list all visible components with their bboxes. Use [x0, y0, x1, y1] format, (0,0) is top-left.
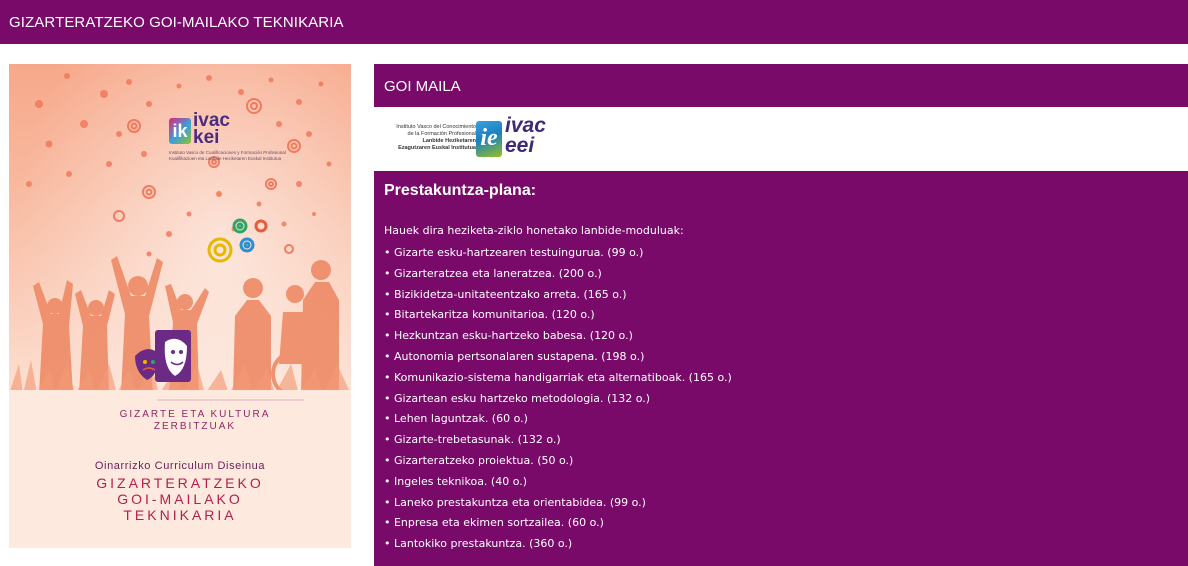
cover-category: GIZARTE ETA KULTURA ZERBITZUAK [9, 409, 351, 433]
module-item: • Gizartean esku hartzeko metodologia. (… [384, 391, 651, 405]
level-header: GOI MAILA [374, 64, 1188, 107]
cover-curriculum-label: Oinarrizko Curriculum Diseinua [94, 460, 266, 472]
wordmark-eei: eei [505, 134, 535, 157]
module-item: • Gizarteratzea eta laneratzea. (200 o.) [384, 266, 602, 280]
page-header: GIZARTERATZEKO GOI-MAILAKO TEKNIKARIA [0, 0, 1188, 44]
logo-wordmark: ivac kei [193, 111, 230, 148]
institute-logo-bar: Instituto Vasco del Conocimiento de la F… [374, 107, 1188, 171]
institute-line2: de la Formación Profesional [407, 131, 476, 137]
ivac-eei-wordmark: ivac eei [505, 114, 546, 157]
cover-title-line2: GOI-MAILAKO [117, 491, 243, 507]
module-item: • Enpresa eta ekimen sortzailea. (60 o.) [384, 516, 604, 530]
training-plan-heading: Prestakuntza-plana: [384, 182, 537, 199]
module-item: • Lehen laguntzak. (60 o.) [384, 412, 528, 426]
module-item: • Komunikazio-sistema handigarriak eta a… [384, 370, 732, 384]
module-item: • Hezkuntzan esku-hartzeko babesa. (120 … [384, 329, 633, 343]
ie-logo-mark: ie [476, 121, 502, 157]
logo-institute-text: Instituto Vasco de Cualificaciones y For… [169, 150, 286, 161]
module-item: • Gizarte esku-hartzearen testuingurua. … [384, 246, 644, 259]
wordmark-ivac: ivac [505, 114, 546, 137]
module-item: • Gizarteratzeko proiektua. (50 o.) [384, 453, 574, 467]
cover-category-line2: ZERBITZUAK [153, 421, 237, 432]
module-item: • Lantokiko prestakuntza. (360 o.) [384, 537, 573, 551]
cover-title: GIZARTERATZEKO GOI-MAILAKO TEKNIKARIA [9, 475, 351, 523]
level-title: GOI MAILA [384, 78, 461, 95]
module-item: • Gizarte-trebetasunak. (132 o.) [384, 433, 561, 447]
training-plan-intro: Hauek dira heziketa-ziklo honetako lanbi… [384, 224, 684, 237]
module-item: • Laneko prestakuntza eta orientabidea. … [384, 495, 646, 509]
book-cover-image: ik ivac kei Instituto Vasco de Cualifica… [9, 64, 351, 548]
institute-line4: Ezagutzaren Euskal Institutua [398, 145, 476, 151]
institute-name: Instituto Vasco del Conocimiento de la F… [376, 124, 476, 152]
module-item: • Bizikidetza-unitateentzako arreta. (16… [384, 287, 627, 301]
module-item: • Bitartekaritza komunitarioa. (120 o.) [384, 308, 595, 322]
cover-category-line1: GIZARTE ETA KULTURA [119, 409, 271, 420]
institute-line1: Instituto Vasco del Conocimiento [396, 124, 476, 130]
training-plan-panel: Prestakuntza-plana: Hauek dira heziketa-… [374, 171, 1188, 566]
cover-title-line3: TEKNIKARIA [123, 507, 237, 523]
institute-line3: Lanbide Heziketaren [422, 138, 477, 144]
ivac-kei-logo: ik ivac kei Instituto Vasco de Cualifica… [169, 111, 286, 177]
logo-word-kei: kei [193, 127, 220, 148]
module-list: • Gizarte esku-hartzearen testuingurua. … [384, 243, 1178, 555]
cover-title-line1: GIZARTERATZEKO [96, 475, 264, 491]
module-item: • Ingeles teknikoa. (40 o.) [384, 474, 528, 488]
ik-logo-mark: ik [169, 118, 191, 144]
module-item: • Autonomia pertsonalaren sustapena. (19… [384, 349, 645, 363]
page-title: GIZARTERATZEKO GOI-MAILAKO TEKNIKARIA [9, 14, 344, 31]
